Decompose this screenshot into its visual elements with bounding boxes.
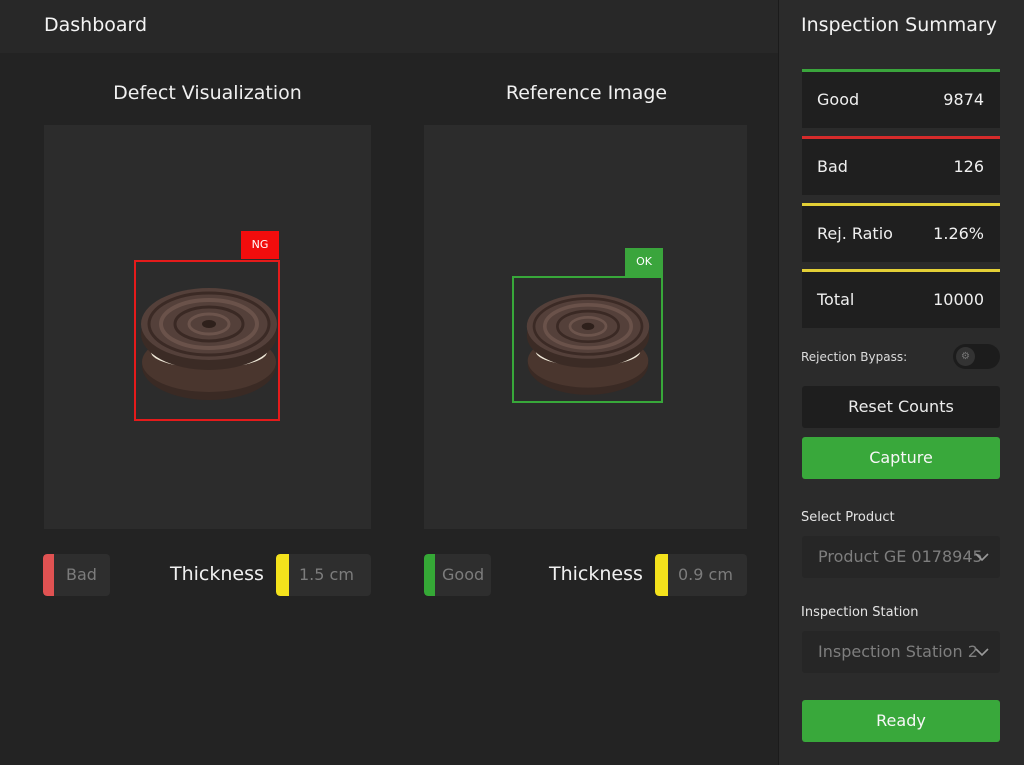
- bad-status-chip: Bad: [43, 554, 110, 596]
- right-thickness-value-chip: 0.9 cm: [655, 554, 747, 596]
- top-header: Dashboard: [0, 0, 778, 53]
- stat-total: Total 10000: [802, 269, 1000, 328]
- right-thickness-bar: [655, 554, 668, 596]
- defect-image-viewport: NG: [44, 125, 371, 529]
- right-thickness-label: Thickness: [549, 563, 643, 585]
- good-status-chip: Good: [424, 554, 491, 596]
- good-status-text: Good: [442, 565, 485, 584]
- product-select-value: Product GE 0178945: [818, 547, 983, 566]
- left-thickness-value-chip: 1.5 cm: [276, 554, 371, 596]
- rejection-bypass-toggle[interactable]: ⚙: [953, 344, 1000, 369]
- stat-bad-label: Bad: [817, 157, 848, 176]
- left-thickness-label: Thickness: [170, 563, 264, 585]
- main-area: Defect Visualization NG Bad Thickness 1.…: [0, 53, 778, 765]
- reference-image-viewport: OK: [424, 125, 747, 529]
- bad-status-bar: [43, 554, 54, 596]
- stat-bad-value: 126: [953, 157, 984, 176]
- stat-rejection-ratio-label: Rej. Ratio: [817, 224, 893, 243]
- stat-total-value: 10000: [933, 290, 984, 309]
- stat-good-value: 9874: [943, 90, 984, 109]
- stat-good-label: Good: [817, 90, 860, 109]
- app-root: Dashboard Defect Visualization NG Bad Th…: [0, 0, 1024, 765]
- stat-rejection-ratio-value: 1.26%: [933, 224, 984, 243]
- right-thickness-value: 0.9 cm: [678, 565, 733, 584]
- page-title: Dashboard: [44, 14, 148, 36]
- ready-button[interactable]: Ready: [802, 700, 1000, 742]
- select-product-label: Select Product: [801, 510, 895, 525]
- stat-rejection-ratio: Rej. Ratio 1.26%: [802, 203, 1000, 262]
- capture-button[interactable]: Capture: [802, 437, 1000, 479]
- left-thickness-value: 1.5 cm: [299, 565, 354, 584]
- left-thickness-bar: [276, 554, 289, 596]
- reset-counts-button[interactable]: Reset Counts: [802, 386, 1000, 428]
- inspection-station-label: Inspection Station: [801, 605, 919, 620]
- bad-status-text: Bad: [66, 565, 97, 584]
- inspection-summary-title: Inspection Summary: [801, 14, 997, 36]
- station-select-value: Inspection Station 2: [818, 642, 978, 661]
- chevron-down-icon: [975, 648, 989, 657]
- ok-tag: OK: [625, 248, 663, 276]
- product-select[interactable]: Product GE 0178945: [802, 536, 1000, 578]
- stat-bad: Bad 126: [802, 136, 1000, 195]
- toggle-gear-icon: ⚙: [956, 347, 975, 366]
- station-select[interactable]: Inspection Station 2: [802, 631, 1000, 673]
- reference-bounding-box: [512, 276, 663, 403]
- good-status-bar: [424, 554, 435, 596]
- defect-visualization-title: Defect Visualization: [113, 82, 302, 104]
- stat-good: Good 9874: [802, 69, 1000, 128]
- ng-tag: NG: [241, 231, 279, 259]
- reference-image-title: Reference Image: [505, 82, 668, 104]
- chevron-down-icon: [975, 553, 989, 562]
- defect-bounding-box: [134, 260, 280, 421]
- inspection-summary-sidebar: Inspection Summary Good 9874 Bad 126 Rej…: [778, 0, 1024, 765]
- stat-total-label: Total: [817, 290, 855, 309]
- rejection-bypass-label: Rejection Bypass:: [801, 350, 908, 364]
